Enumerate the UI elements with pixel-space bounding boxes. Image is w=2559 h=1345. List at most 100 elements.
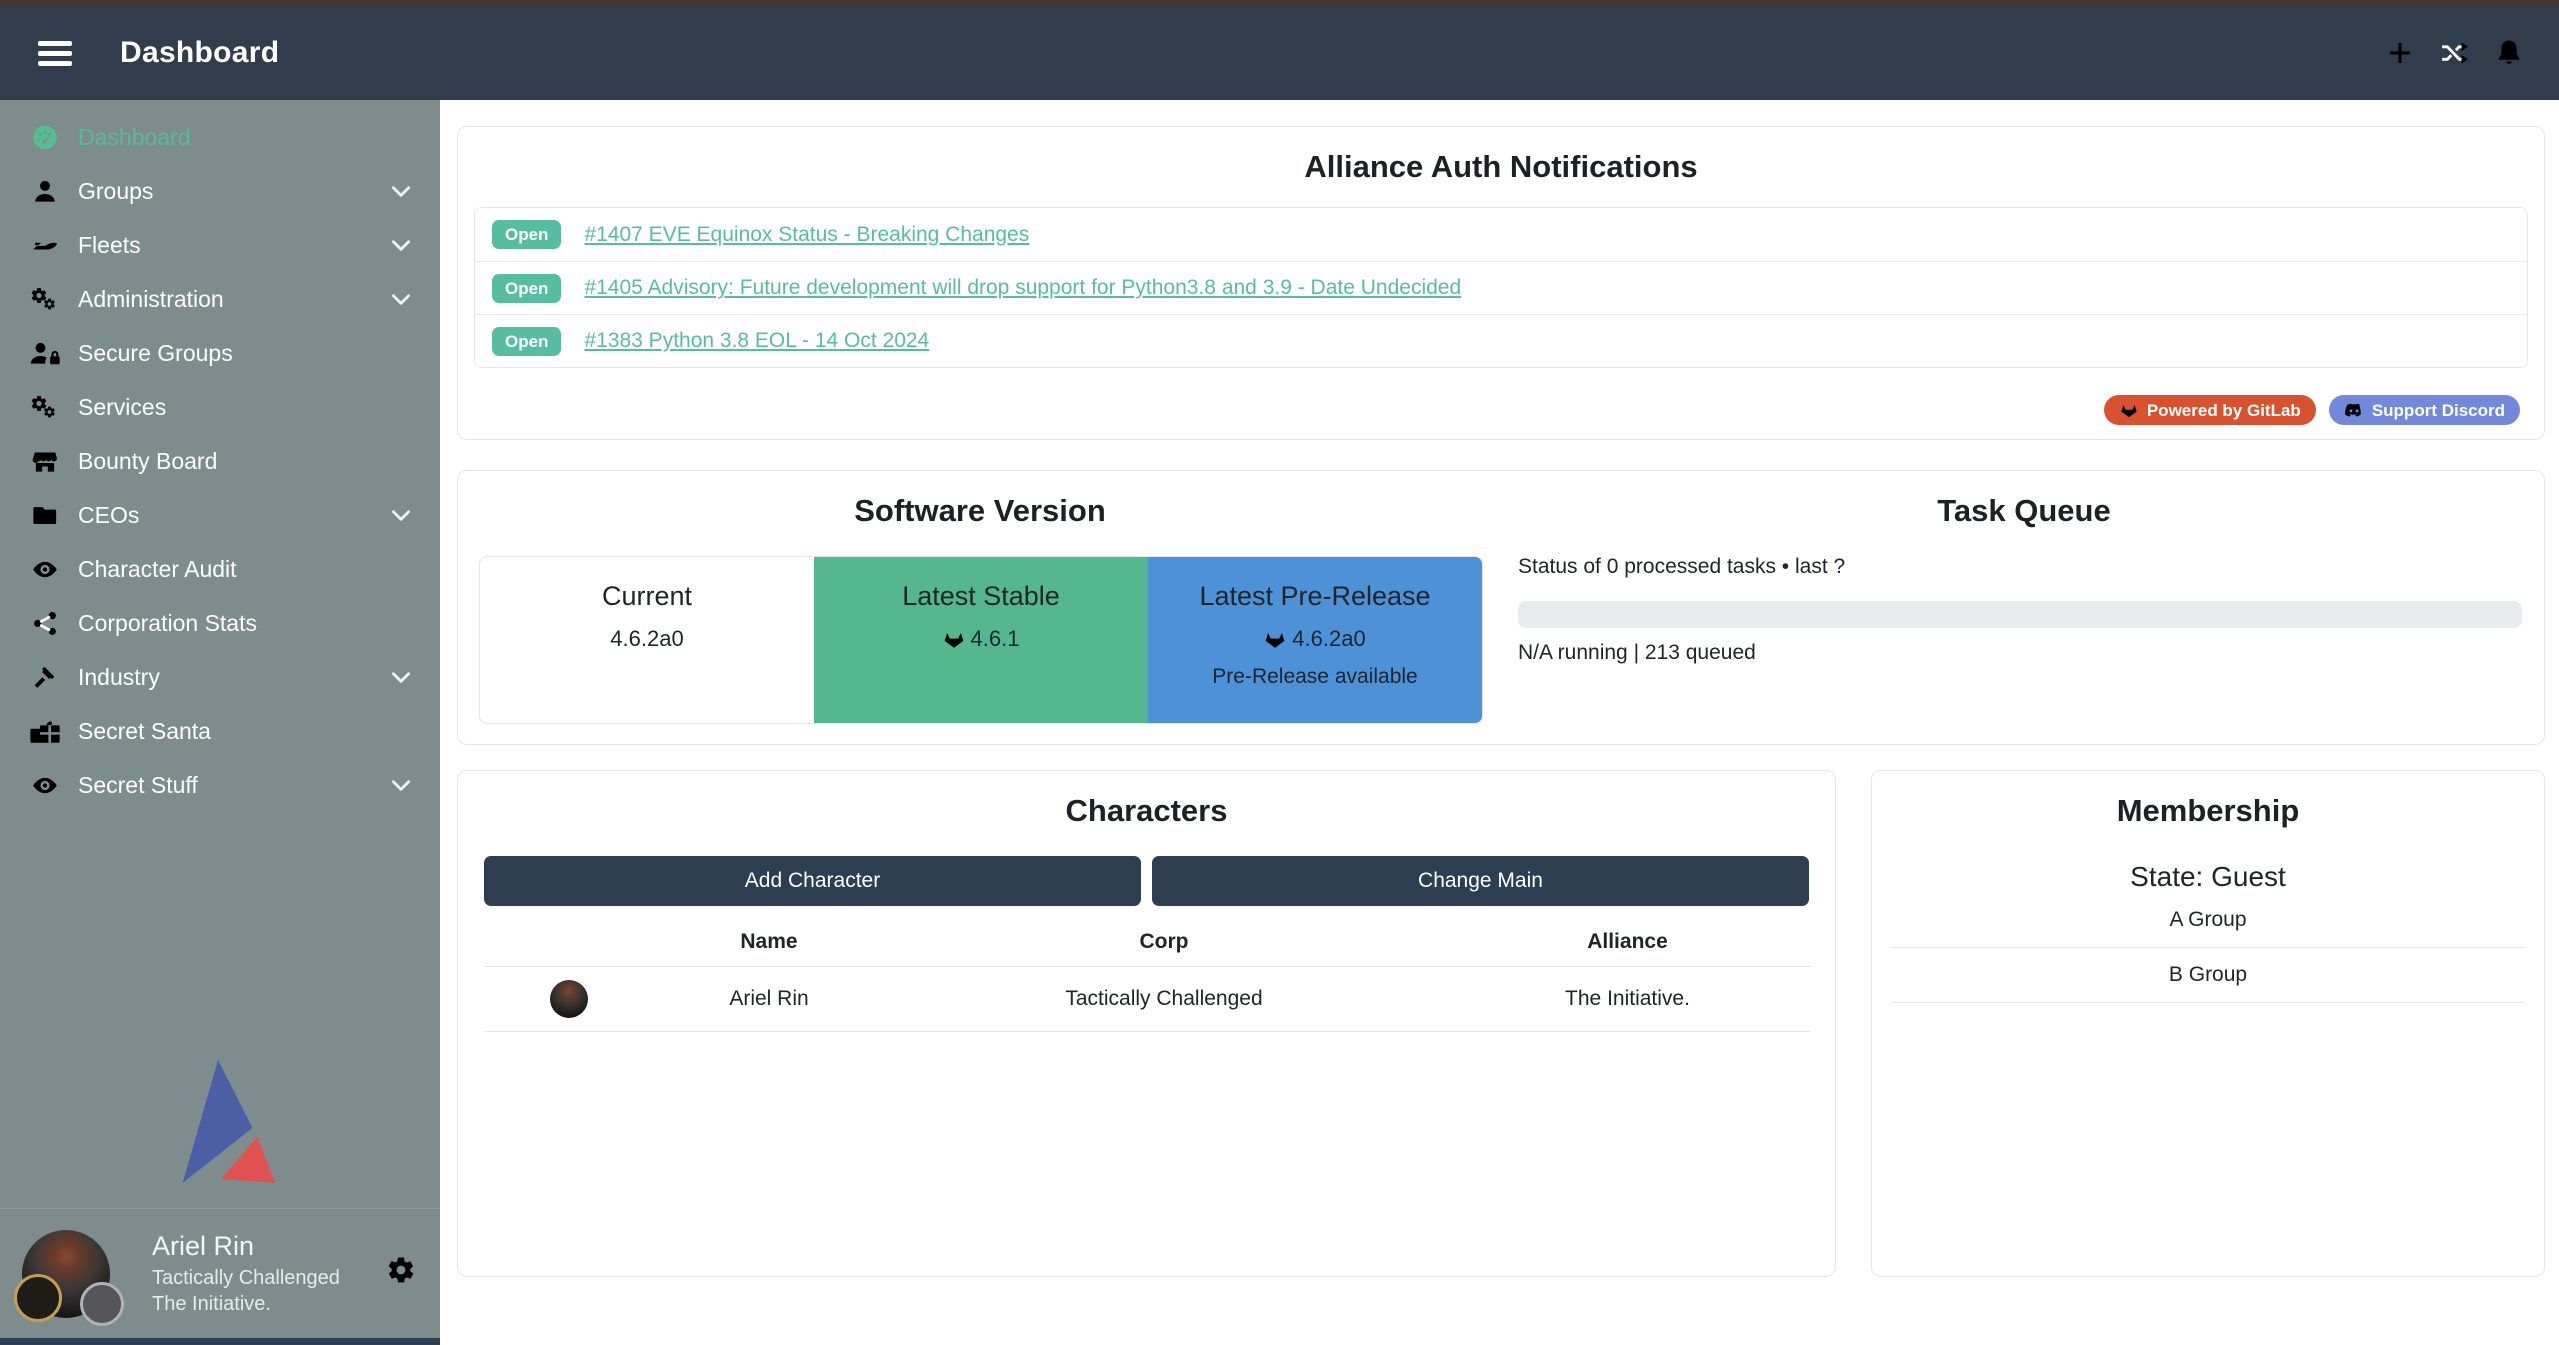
- sidebar-item-label: Secure Groups: [78, 340, 233, 367]
- chevron-down-icon: [388, 502, 414, 528]
- add-icon[interactable]: [2385, 38, 2415, 68]
- sidebar-item-industry[interactable]: Industry: [0, 650, 440, 704]
- cogs-icon: [22, 394, 68, 421]
- hamburger-menu-icon[interactable]: [38, 36, 72, 71]
- settings-gear-icon[interactable]: [386, 1255, 416, 1285]
- sidebar-item-label: Bounty Board: [78, 448, 217, 475]
- character-row: Ariel Rin Tactically Challenged The Init…: [484, 966, 1811, 1031]
- characters-panel: Characters Add Character Change Main Nam…: [457, 770, 1836, 1277]
- support-discord-badge[interactable]: Support Discord: [2329, 395, 2520, 425]
- sidebar-item-administration[interactable]: Administration: [0, 272, 440, 326]
- task-progress-bar: [1518, 601, 2522, 628]
- sidebar-item-bounty-board[interactable]: Bounty Board: [0, 434, 440, 488]
- share-icon: [22, 610, 68, 637]
- sidebar-item-services[interactable]: Services: [0, 380, 440, 434]
- task-queue-title: Task Queue: [1502, 471, 2546, 529]
- alliance-auth-logo: [0, 1058, 440, 1186]
- notification-item: Open #1405 Advisory: Future development …: [475, 261, 2527, 314]
- sidebar-item-label: Dashboard: [78, 124, 191, 151]
- sidebar-item-fleets[interactable]: Fleets: [0, 218, 440, 272]
- sidebar-user-panel: Ariel Rin Tactically Challenged The Init…: [0, 1208, 440, 1338]
- corp-logo-badge: [14, 1274, 62, 1322]
- discord-icon: [2344, 401, 2364, 419]
- navbar-actions: [2385, 37, 2525, 69]
- user-avatar-group: [22, 1222, 134, 1326]
- notification-item: Open #1407 EVE Equinox Status - Breaking…: [475, 208, 2527, 261]
- version-current-value: 4.6.2a0: [610, 626, 683, 652]
- characters-table: Name Corp Alliance Ariel Rin Tactically …: [484, 919, 1811, 1032]
- version-stable-label: Latest Stable: [814, 581, 1148, 612]
- membership-groups-list: A Group B Group: [1892, 893, 2524, 1003]
- sidebar-item-secret-stuff[interactable]: Secret Stuff: [0, 758, 440, 812]
- sidebar-item-ceos[interactable]: CEOs: [0, 488, 440, 542]
- header-portrait: [484, 919, 654, 966]
- user-lock-icon: [22, 340, 68, 367]
- store-icon: [22, 448, 68, 475]
- user-corp: Tactically Challenged: [152, 1265, 340, 1291]
- sidebar-item-label: Administration: [78, 286, 224, 313]
- sidebar-item-label: CEOs: [78, 502, 139, 529]
- space-shuttle-icon: [22, 232, 68, 259]
- notifications-list: Open #1407 EVE Equinox Status - Breaking…: [474, 207, 2528, 368]
- sidebar-item-secret-santa[interactable]: Secret Santa: [0, 704, 440, 758]
- character-corp-cell: Tactically Challenged: [884, 966, 1444, 1031]
- software-version-section: Software Version Current 4.6.2a0 Latest …: [458, 471, 1502, 744]
- notifications-footer: Powered by GitLab Support Discord: [2104, 395, 2520, 425]
- chevron-down-icon: [388, 772, 414, 798]
- version-current-label: Current: [480, 581, 814, 612]
- change-main-button[interactable]: Change Main: [1152, 856, 1809, 906]
- version-prerelease-label: Latest Pre-Release: [1148, 581, 1482, 612]
- sidebar-bottom-strip: [0, 1338, 440, 1345]
- characters-actions: Add Character Change Main: [484, 856, 1809, 906]
- shuffle-icon[interactable]: [2439, 38, 2469, 68]
- character-alliance-cell: The Initiative.: [1444, 966, 1811, 1031]
- user-icon: [22, 178, 68, 205]
- cogs-icon: [22, 286, 68, 313]
- version-prerelease: Latest Pre-Release 4.6.2a0 Pre-Release a…: [1148, 557, 1482, 723]
- sidebar-item-label: Services: [78, 394, 166, 421]
- notifications-bell-icon[interactable]: [2493, 37, 2525, 69]
- sidebar: Dashboard Groups Fleets Administration S…: [0, 100, 440, 1345]
- sidebar-item-label: Corporation Stats: [78, 610, 257, 637]
- sidebar-item-label: Industry: [78, 664, 160, 691]
- add-character-button[interactable]: Add Character: [484, 856, 1141, 906]
- version-current: Current 4.6.2a0: [480, 557, 814, 723]
- version-compare-box: Current 4.6.2a0 Latest Stable 4.6.1 Late…: [479, 556, 1483, 724]
- notification-link[interactable]: #1407 EVE Equinox Status - Breaking Chan…: [584, 223, 1029, 247]
- dashboard-gauge-icon: [22, 124, 68, 151]
- powered-by-gitlab-badge[interactable]: Powered by GitLab: [2104, 395, 2316, 425]
- group-row: A Group: [1892, 893, 2524, 948]
- notification-item: Open #1383 Python 3.8 EOL - 14 Oct 2024: [475, 314, 2527, 367]
- task-queue-line: N/A running | 213 queued: [1518, 641, 1756, 665]
- prerelease-note: Pre-Release available: [1148, 665, 1482, 689]
- sidebar-item-secure-groups[interactable]: Secure Groups: [0, 326, 440, 380]
- header-alliance: Alliance: [1444, 919, 1811, 966]
- header-name: Name: [654, 919, 884, 966]
- alliance-logo-badge: [80, 1282, 124, 1326]
- character-name-cell: Ariel Rin: [654, 966, 884, 1031]
- notification-link[interactable]: #1405 Advisory: Future development will …: [584, 276, 1461, 300]
- header-corp: Corp: [884, 919, 1444, 966]
- membership-state: State: Guest: [1872, 861, 2544, 893]
- sidebar-item-dashboard[interactable]: Dashboard: [0, 110, 440, 164]
- task-status-line: Status of 0 processed tasks • last ?: [1518, 555, 1845, 579]
- gitlab-tanuki-icon: [1264, 628, 1286, 650]
- sidebar-item-label: Fleets: [78, 232, 141, 259]
- characters-title: Characters: [458, 771, 1835, 829]
- chevron-down-icon: [388, 286, 414, 312]
- sidebar-item-corporation-stats[interactable]: Corporation Stats: [0, 596, 440, 650]
- status-badge: Open: [492, 327, 561, 356]
- gifts-icon: [22, 718, 68, 745]
- group-row: B Group: [1892, 948, 2524, 1003]
- gitlab-tanuki-icon: [943, 628, 965, 650]
- sidebar-item-label: Groups: [78, 178, 153, 205]
- top-navbar: Dashboard: [0, 6, 2559, 100]
- sidebar-menu: Dashboard Groups Fleets Administration S…: [0, 100, 440, 812]
- sidebar-item-character-audit[interactable]: Character Audit: [0, 542, 440, 596]
- chevron-down-icon: [388, 232, 414, 258]
- user-alliance: The Initiative.: [152, 1291, 340, 1317]
- sidebar-item-groups[interactable]: Groups: [0, 164, 440, 218]
- notification-link[interactable]: #1383 Python 3.8 EOL - 14 Oct 2024: [584, 329, 929, 353]
- user-info: Ariel Rin Tactically Challenged The Init…: [152, 1229, 340, 1317]
- version-stable-value: 4.6.1: [971, 626, 1020, 652]
